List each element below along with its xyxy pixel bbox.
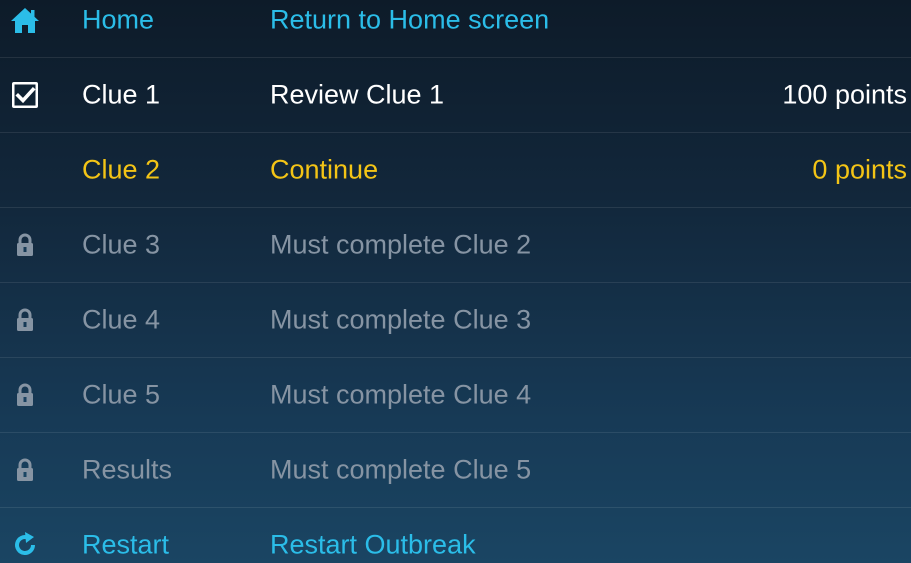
home-icon xyxy=(10,5,40,35)
clue-2-points: 0 points xyxy=(812,154,907,185)
menu-row-clue-1[interactable]: Clue 1 Review Clue 1 100 points xyxy=(0,57,911,132)
menu-label-clue-2: Clue 2 xyxy=(82,154,161,185)
menu-action-clue-5: Must complete Clue 4 xyxy=(270,379,532,410)
lock-icon xyxy=(10,380,40,410)
menu-label-clue-4: Clue 4 xyxy=(82,304,161,335)
menu-row-clue-2[interactable]: Clue 2 Continue 0 points xyxy=(0,132,911,207)
menu-label-results: Results xyxy=(82,454,173,485)
menu-action-clue-4: Must complete Clue 3 xyxy=(270,304,532,335)
restart-icon xyxy=(10,530,40,560)
menu-action-results: Must complete Clue 5 xyxy=(270,454,532,485)
menu-row-clue-3: Clue 3 Must complete Clue 2 xyxy=(0,207,911,282)
menu-label-clue-3: Clue 3 xyxy=(82,229,161,260)
menu-label-clue-1: Clue 1 xyxy=(82,79,161,110)
menu-action-clue-1[interactable]: Review Clue 1 xyxy=(270,81,444,109)
lock-icon xyxy=(10,455,40,485)
clue-1-points: 100 points xyxy=(782,79,907,110)
menu-action-home[interactable]: Return to Home screen xyxy=(270,6,549,33)
checked-checkbox-icon xyxy=(10,80,40,110)
menu-action-clue-2[interactable]: Continue xyxy=(270,156,378,184)
menu-row-results: Results Must complete Clue 5 xyxy=(0,432,911,507)
menu-label-home: Home xyxy=(82,4,155,34)
menu-action-restart[interactable]: Restart Outbreak xyxy=(270,531,476,559)
menu-row-home[interactable]: Home Return to Home screen xyxy=(0,0,911,57)
lock-icon xyxy=(10,305,40,335)
menu-row-clue-4: Clue 4 Must complete Clue 3 xyxy=(0,282,911,357)
menu-action-clue-3: Must complete Clue 2 xyxy=(270,229,532,260)
menu-label-restart: Restart xyxy=(82,529,170,560)
menu-label-clue-5: Clue 5 xyxy=(82,379,161,410)
menu-row-clue-5: Clue 5 Must complete Clue 4 xyxy=(0,357,911,432)
lock-icon xyxy=(10,230,40,260)
menu-row-restart[interactable]: Restart Restart Outbreak xyxy=(0,507,911,563)
clue-menu: Home Return to Home screen Clue 1 Review… xyxy=(0,0,911,563)
